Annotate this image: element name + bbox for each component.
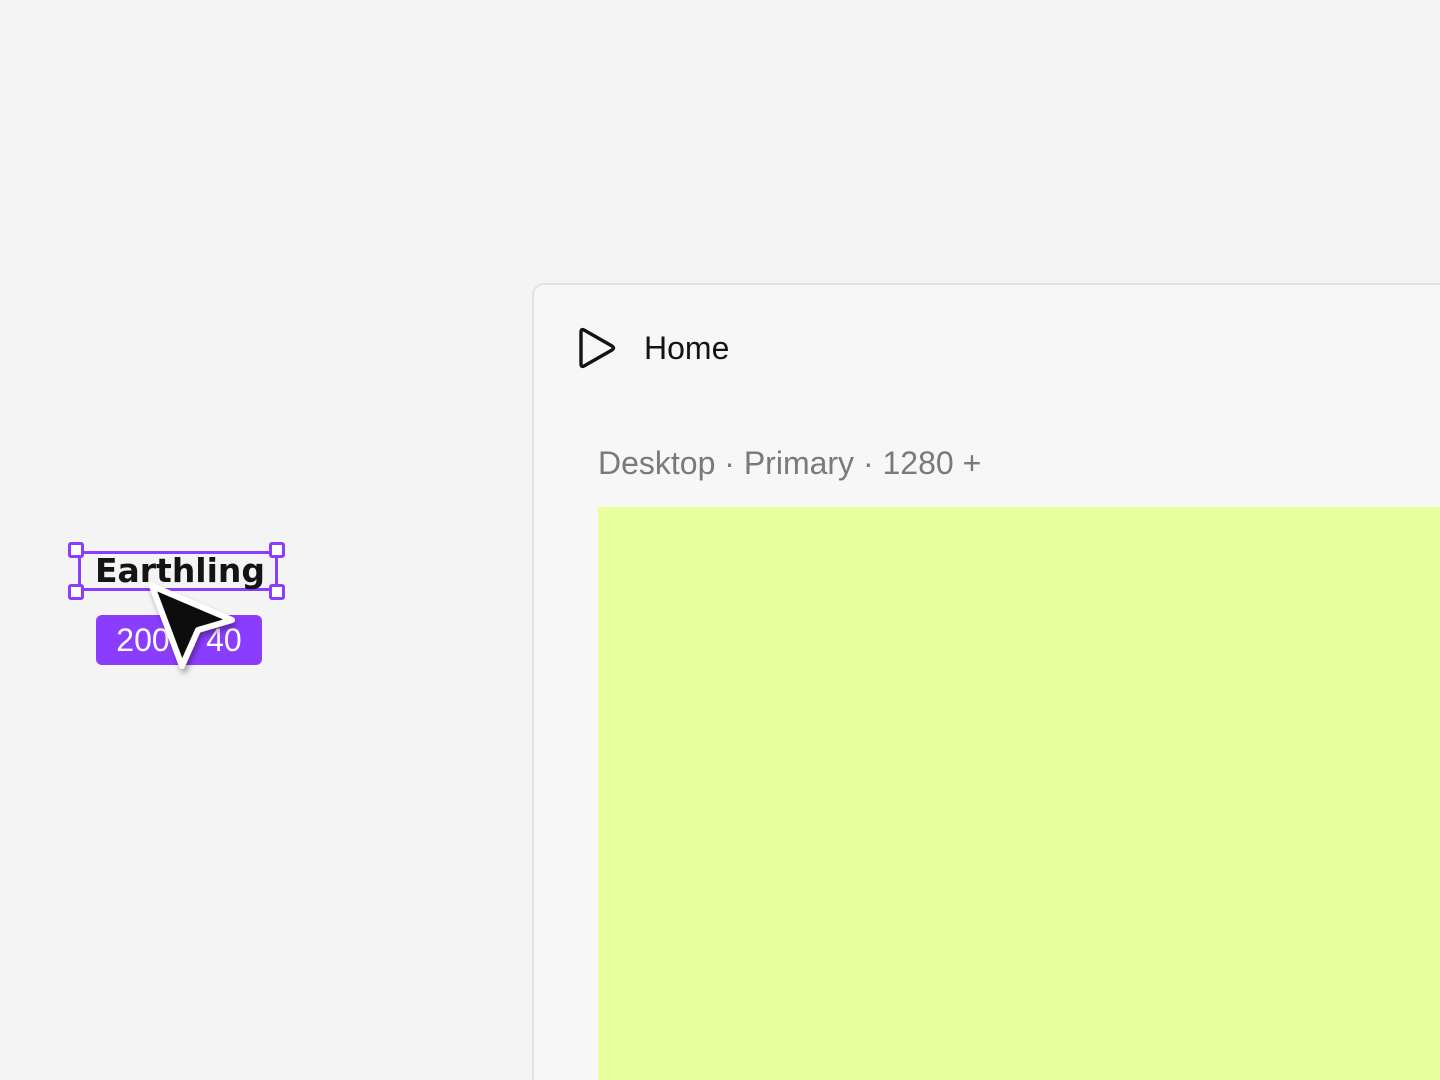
design-canvas[interactable]: Earthling 200 × 40 Home Desktop · Primar…	[0, 0, 1440, 1080]
breakpoint-label[interactable]: Desktop · Primary · 1280 +	[598, 445, 981, 482]
page-frame[interactable]: Home Desktop · Primary · 1280 +	[532, 283, 1440, 1080]
resize-handle-bottom-right[interactable]	[269, 584, 285, 600]
resize-handle-top-left[interactable]	[68, 542, 84, 558]
frame-header[interactable]: Home	[578, 325, 729, 371]
play-icon[interactable]	[578, 326, 618, 370]
page-preview-area[interactable]	[598, 507, 1440, 1080]
resize-handle-top-right[interactable]	[269, 542, 285, 558]
resize-handle-bottom-left[interactable]	[68, 584, 84, 600]
page-title[interactable]: Home	[644, 330, 729, 367]
mouse-cursor-icon	[149, 583, 235, 669]
